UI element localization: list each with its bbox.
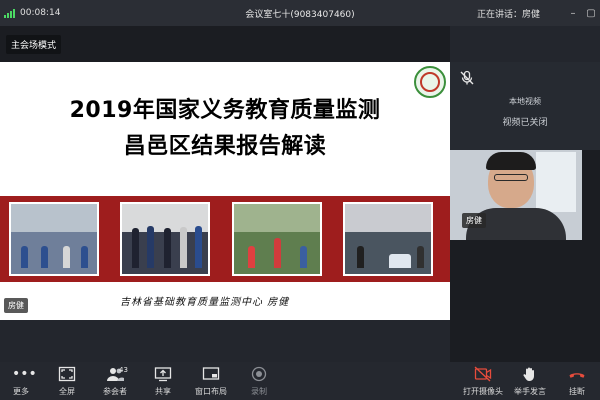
hangup-button[interactable]: 挂断 [556, 366, 598, 397]
mode-bar: 主会场模式 [0, 26, 450, 62]
meeting-toolbar: ••• 更多 全屏 43 参会者 共享 窗口布局 录制 打开摄像头 举手发言 挂… [0, 362, 600, 400]
phone-hangup-icon [569, 373, 585, 378]
minimize-icon[interactable]: – [568, 8, 578, 19]
participant-count: 43 [119, 366, 128, 374]
presenter-name-tag: 房健 [4, 298, 28, 313]
slide-title-line1: 2019年国家义务教育质量监测 [69, 98, 381, 123]
title-bar: 00:08:14 会议室七十(9083407460) 正在讲话：房健 – ▢ [0, 0, 600, 26]
share-button[interactable]: 共享 [142, 366, 184, 397]
computer-lab-photo [343, 202, 433, 276]
shared-slide: 2019年国家义务教育质量监测 昌邑区结果报告解读 吉林省基础教育质量监测中心 … [0, 62, 450, 320]
classroom-photo [9, 202, 99, 276]
camera-off-icon [474, 366, 492, 382]
record-icon [251, 366, 267, 382]
share-icon [154, 367, 172, 382]
outdoor-activity-photo [232, 202, 322, 276]
open-camera-button[interactable]: 打开摄像头 [460, 366, 506, 397]
fullscreen-button[interactable]: 全屏 [46, 366, 88, 397]
slide-title-line2: 昌邑区结果报告解读 [123, 134, 327, 159]
meeting-timer: 00:08:14 [20, 8, 61, 18]
hand-icon [523, 367, 534, 381]
record-button[interactable]: 录制 [238, 366, 280, 397]
meeting-app: 00:08:14 会议室七十(9083407460) 正在讲话：房健 – ▢ 主… [0, 0, 600, 400]
raise-hand-button[interactable]: 举手发言 [508, 366, 552, 397]
participant-panel: 本地视频 视频已关闭 [450, 62, 600, 362]
layout-icon [202, 367, 220, 380]
participants-button[interactable]: 43 参会者 [94, 366, 136, 397]
local-video-tile[interactable]: 本地视频 视频已关闭 [450, 62, 600, 150]
maximize-icon[interactable]: ▢ [586, 8, 596, 19]
fullscreen-icon [58, 366, 76, 382]
window-controls: – ▢ [568, 8, 596, 19]
group-photo [120, 202, 210, 276]
window-layout-button[interactable]: 窗口布局 [190, 366, 232, 397]
dots-icon: ••• [12, 366, 37, 382]
camera-name-tag: 房健 [462, 213, 486, 228]
signal-icon [4, 8, 15, 18]
local-video-label: 本地视频 [509, 97, 541, 106]
slide-footer: 吉林省基础教育质量监测中心 房健 [120, 297, 290, 308]
mic-muted-icon[interactable] [459, 70, 475, 86]
video-off-label: 视频已关闭 [502, 118, 548, 128]
speaking-indicator: 正在讲话：房健 [476, 9, 540, 20]
more-button[interactable]: ••• 更多 [0, 366, 42, 397]
main-venue-mode-button[interactable]: 主会场模式 [6, 35, 62, 54]
